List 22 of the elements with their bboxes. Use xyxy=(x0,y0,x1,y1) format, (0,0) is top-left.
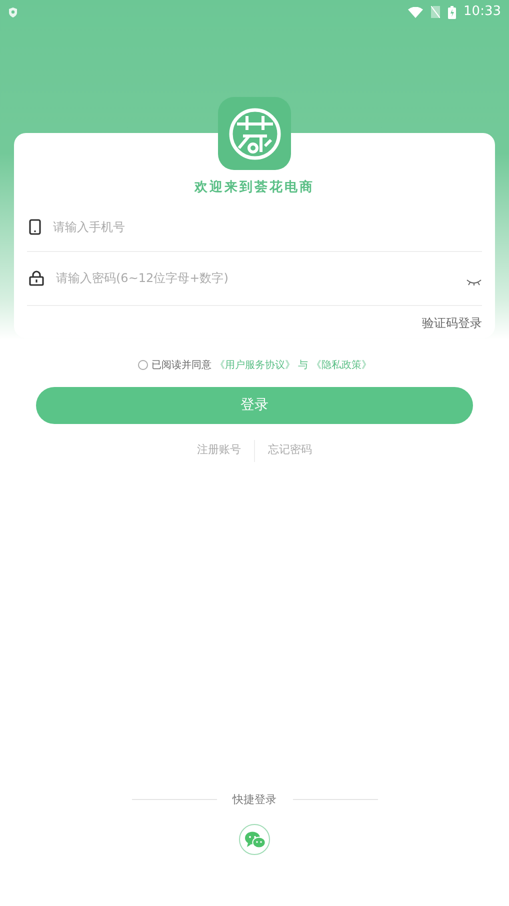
wechat-login-button[interactable] xyxy=(239,824,270,855)
phone-field[interactable]: 请输入手机号 xyxy=(51,217,482,237)
agree-checkbox[interactable] xyxy=(138,360,148,370)
welcome-title: 欢迎来到荟花电商 xyxy=(193,178,316,197)
lock-icon xyxy=(29,270,44,286)
logo-emblem-icon xyxy=(226,106,282,162)
wifi-icon xyxy=(408,6,423,18)
closed-eye-icon[interactable] xyxy=(466,278,482,286)
shield-icon xyxy=(8,6,18,18)
register-link[interactable]: 注册账号 xyxy=(184,442,254,459)
privacy-link[interactable]: 《隐私政策》 xyxy=(311,360,372,370)
agreement-text: 已阅读并同意 《用户服务协议》 与 《隐私政策》 xyxy=(152,358,372,372)
sms-login-link[interactable]: 验证码登录 xyxy=(422,316,482,330)
terms-link[interactable]: 《用户服务协议》 xyxy=(214,360,295,370)
chat-bubbles-icon xyxy=(244,830,266,850)
status-time: 10:33 xyxy=(464,3,501,22)
no-sim-icon xyxy=(430,6,440,18)
forgot-password-link[interactable]: 忘记密码 xyxy=(255,442,325,459)
password-field[interactable]: 请输入密码(6~12位字母+数字) xyxy=(54,268,456,288)
login-button[interactable]: 登录 xyxy=(36,386,473,424)
phone-icon xyxy=(29,219,41,235)
quick-login-label: 快捷登录 xyxy=(232,792,276,808)
